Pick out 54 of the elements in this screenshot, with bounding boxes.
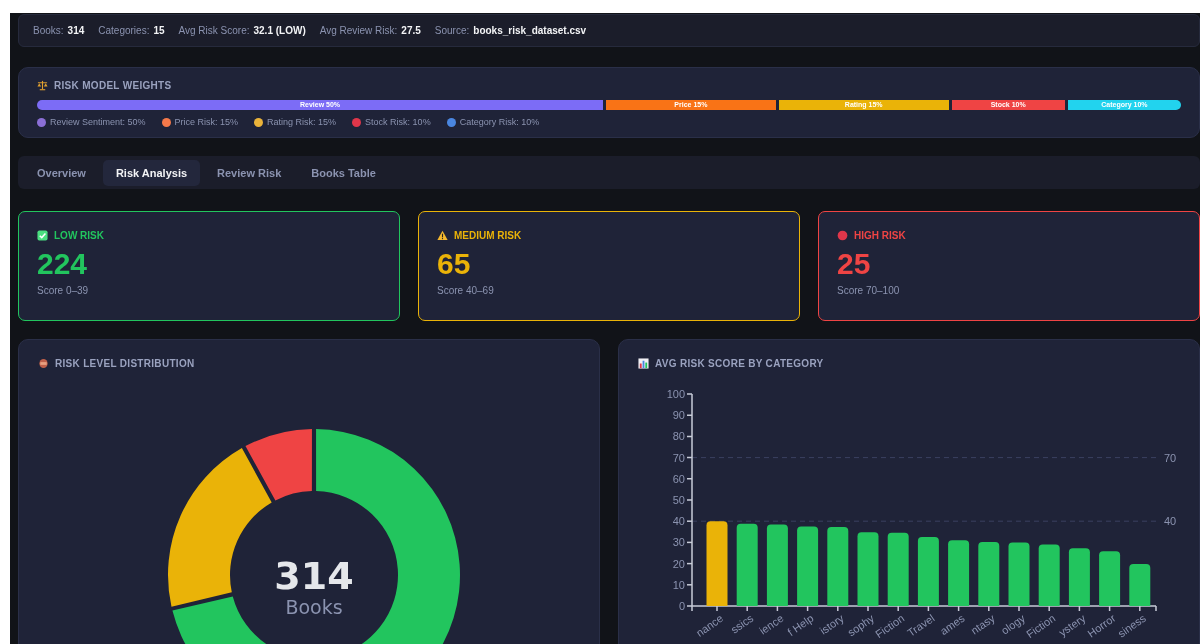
y-tick-label: 70 (672, 451, 685, 464)
score-range: Score 0–39 (37, 285, 90, 296)
panel-title: RISK LEVEL DISTRIBUTION (55, 358, 195, 369)
y-tick-label: 80 (672, 430, 685, 443)
legend-label: Rating Risk: 15% (267, 117, 337, 127)
stat-label: Categories: (98, 25, 150, 36)
scales-icon (37, 80, 48, 91)
stat-label: Avg Review Risk: (319, 25, 398, 36)
stat-value: 314 (67, 25, 85, 36)
y-tick-label: 90 (672, 409, 685, 422)
panel-title: RISK MODEL WEIGHTS (54, 80, 172, 91)
checkbox-icon (37, 230, 48, 241)
tab[interactable]: Overview (24, 159, 99, 186)
y-tick-label: 60 (672, 472, 685, 485)
card-title: MEDIUM RISK (454, 230, 522, 241)
circle-icon (837, 230, 848, 241)
center-value: 314 (274, 554, 354, 598)
score-range: Score 40–69 (437, 285, 495, 296)
tab[interactable]: Books Table (298, 159, 389, 186)
y-tick-label: 40 (672, 515, 685, 528)
card-title: HIGH RISK (854, 230, 906, 241)
legend-label: Review Sentiment: 50% (50, 117, 146, 127)
stat-value: 32.1 (LOW) (253, 25, 306, 36)
risk-count: 65 (437, 247, 472, 281)
stat-label: Books: (33, 25, 64, 36)
stat-value: 15 (153, 25, 165, 36)
reference-label: 70 (1164, 451, 1177, 464)
category-label: ssics (728, 611, 756, 636)
tab[interactable]: Risk Analysis (102, 159, 201, 186)
y-tick-label: 20 (672, 557, 685, 570)
legend-label: Price Risk: 15% (174, 117, 239, 127)
y-tick-label: 0 (678, 600, 685, 612)
warning-icon (437, 230, 448, 241)
stat-label: Avg Risk Score: (178, 25, 250, 36)
legend-label: Category Risk: 10% (459, 117, 540, 127)
y-tick-label: 10 (672, 578, 685, 591)
bar-chart-icon (638, 358, 649, 369)
y-tick-label: 50 (672, 494, 685, 506)
tab[interactable]: Review Risk (204, 159, 295, 186)
card-title: LOW RISK (54, 230, 104, 241)
center-label: Books (285, 596, 343, 618)
legend-label: Stock Risk: 10% (365, 117, 431, 127)
risk-count: 25 (837, 247, 872, 281)
y-tick-label: 30 (672, 536, 685, 549)
stat-value: books_risk_dataset.csv (473, 25, 587, 36)
reference-label: 40 (1164, 515, 1177, 528)
risk-count: 224 (37, 247, 89, 281)
panel-title: AVG RISK SCORE BY CATEGORY (655, 358, 824, 369)
category-label: f Help (785, 611, 816, 639)
score-range: Score 70–100 (837, 285, 901, 296)
y-tick-label: 100 (666, 388, 685, 400)
drum-icon (38, 358, 49, 369)
stat-value: 27.5 (401, 25, 421, 36)
stat-label: Source: (434, 25, 470, 36)
